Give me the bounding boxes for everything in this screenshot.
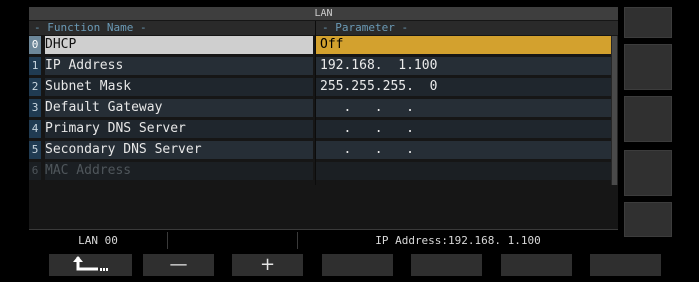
parameter-value [316, 162, 611, 180]
function-name: MAC Address [45, 162, 313, 180]
parameter-value[interactable]: . . . [316, 141, 611, 159]
menu-row-primary-dns[interactable]: 4 Primary DNS Server . . . [29, 120, 611, 138]
row-index: 1 [29, 57, 41, 75]
function-key-5[interactable] [411, 254, 482, 276]
function-key-4[interactable] [322, 254, 393, 276]
parameter-value[interactable]: 255.255.255. 0 [316, 78, 611, 96]
plus-button[interactable]: + [232, 254, 303, 276]
return-arrow-icon [72, 256, 108, 271]
function-name-header: - Function Name - [34, 21, 147, 34]
menu-row-mac-address: 6 MAC Address [29, 162, 611, 180]
side-key-5[interactable] [624, 202, 672, 237]
lan-menu-window: LAN - Function Name - - Parameter - 0 DH… [29, 7, 618, 251]
row-index: 4 [29, 120, 41, 138]
side-key-4[interactable] [624, 150, 672, 196]
function-name: Secondary DNS Server [45, 141, 313, 159]
row-index: 2 [29, 78, 41, 96]
window-title: LAN [29, 7, 618, 20]
column-header-row: - Function Name - - Parameter - [29, 21, 618, 35]
function-name: DHCP [45, 36, 313, 54]
side-key-3[interactable] [624, 96, 672, 142]
parameter-value[interactable]: 192.168. 1.100 [316, 57, 611, 75]
function-key-7[interactable] [590, 254, 661, 276]
row-index: 5 [29, 141, 41, 159]
column-divider [315, 21, 316, 185]
function-name: Subnet Mask [45, 78, 313, 96]
menu-row-ip-address[interactable]: 1 IP Address 192.168. 1.100 [29, 57, 611, 75]
parameter-header: - Parameter - [322, 21, 409, 34]
status-middle [168, 232, 298, 249]
status-bar: LAN 00 IP Address:192.168. 1.100 [29, 229, 618, 251]
side-key-1[interactable] [624, 7, 672, 38]
parameter-value[interactable]: . . . [316, 120, 611, 138]
side-key-2[interactable] [624, 44, 672, 90]
menu-row-default-gateway[interactable]: 3 Default Gateway . . . [29, 99, 611, 117]
row-index: 3 [29, 99, 41, 117]
minus-button[interactable]: — [143, 254, 214, 276]
back-button[interactable] [49, 254, 132, 276]
function-name: IP Address [45, 57, 313, 75]
row-index: 6 [29, 162, 41, 180]
menu-group-label: LAN 00 [29, 232, 168, 249]
menu-row-dhcp[interactable]: 0 DHCP Off [29, 36, 611, 54]
function-name: Primary DNS Server [45, 120, 313, 138]
parameter-value[interactable]: . . . [316, 99, 611, 117]
menu-row-secondary-dns[interactable]: 5 Secondary DNS Server . . . [29, 141, 611, 159]
function-name: Default Gateway [45, 99, 313, 117]
lan-settings-screen: LAN - Function Name - - Parameter - 0 DH… [0, 0, 699, 282]
menu-scrollbar[interactable] [611, 36, 618, 185]
function-key-6[interactable] [501, 254, 572, 276]
menu-row-subnet-mask[interactable]: 2 Subnet Mask 255.255.255. 0 [29, 78, 611, 96]
scrollbar-thumb[interactable] [612, 36, 617, 185]
current-ip-readout: IP Address:192.168. 1.100 [375, 234, 541, 247]
row-index: 0 [29, 36, 41, 54]
parameter-value[interactable]: Off [316, 36, 611, 54]
